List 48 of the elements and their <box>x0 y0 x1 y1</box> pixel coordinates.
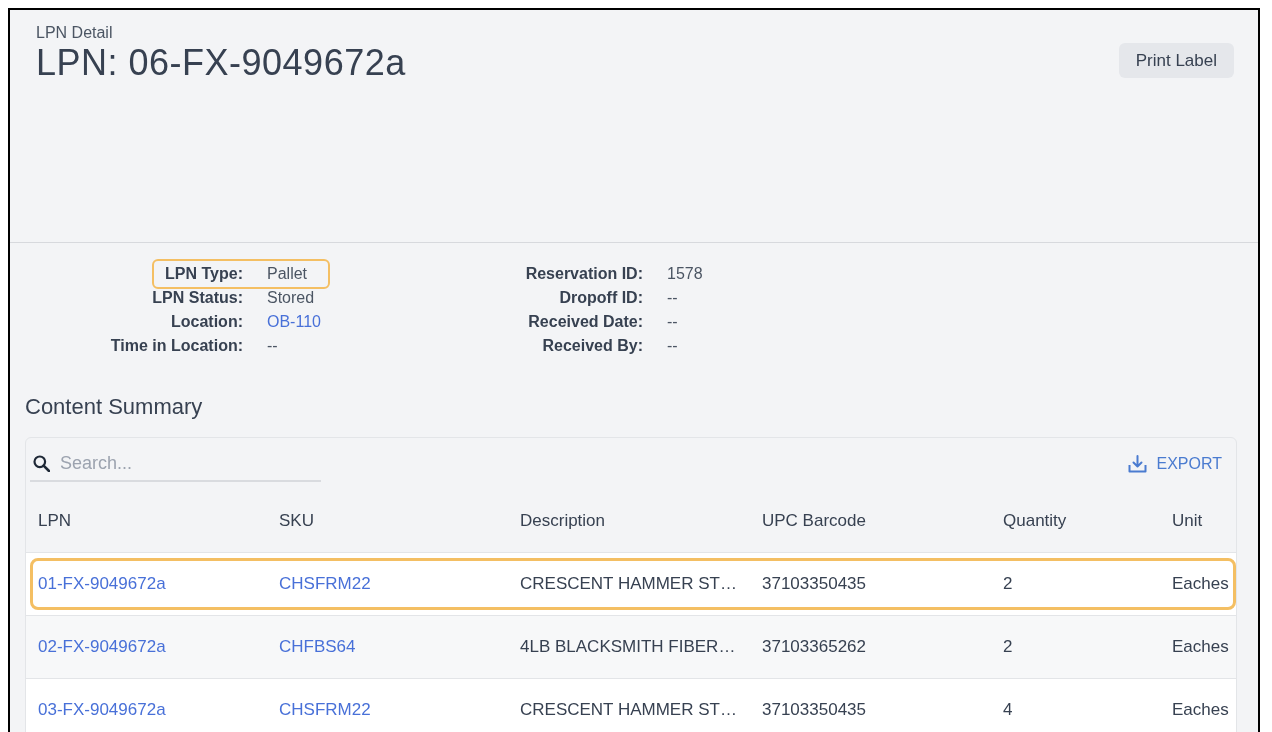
table-cell-text: Eaches <box>1172 636 1229 659</box>
table-cell-text: 37103350435 <box>762 699 866 722</box>
table-link[interactable]: CHSFRM22 <box>279 571 371 597</box>
column-header: Description <box>520 510 606 533</box>
column-header: SKU <box>279 510 314 533</box>
table-cell-text: 37103350435 <box>762 573 866 596</box>
table-cell-text: 2 <box>1003 636 1013 659</box>
field-value: -- <box>267 337 278 354</box>
table-cell-text: 4LB BLACKSMITH FIBER… <box>520 636 736 659</box>
field-value: -- <box>667 313 678 330</box>
field-value: Stored <box>267 289 315 306</box>
table-link[interactable]: 03-FX-9049672a <box>38 697 166 723</box>
table-link[interactable]: 01-FX-9049672a <box>38 571 166 597</box>
page-title: LPN: 06-FX-9049672a <box>36 43 406 83</box>
table-link[interactable]: CHSFRM22 <box>279 697 371 723</box>
column-header: UPC Barcode <box>762 510 866 533</box>
export-button[interactable]: EXPORT <box>1125 448 1224 480</box>
field-label: Time in Location: <box>110 336 243 356</box>
field-label: LPN Type: <box>165 264 243 284</box>
table-link[interactable]: CHFBS64 <box>279 634 356 660</box>
field-link[interactable]: OB-110 <box>267 313 321 330</box>
column-header: Quantity <box>1003 510 1067 533</box>
table-cell-text: 4 <box>1003 699 1013 722</box>
field-label: Location: <box>171 312 243 332</box>
print-label-button[interactable]: Print Label <box>1118 43 1234 78</box>
breadcrumb-label: LPN Detail <box>36 23 113 43</box>
table-cell-text: 37103365262 <box>762 636 866 659</box>
field-value: -- <box>667 337 678 354</box>
table-cell-text: Eaches <box>1172 699 1229 722</box>
table-link[interactable]: 02-FX-9049672a <box>38 634 166 660</box>
table-cell-text: CRESCENT HAMMER ST… <box>520 573 737 596</box>
field-value: Pallet <box>267 265 308 282</box>
table-cell-text: 2 <box>1003 573 1013 596</box>
table-cell-text: CRESCENT HAMMER ST… <box>520 699 737 722</box>
field-value: -- <box>667 289 678 306</box>
table-cell-text: Eaches <box>1172 573 1229 596</box>
column-header: LPN <box>38 510 72 533</box>
field-label: LPN Status: <box>152 288 243 308</box>
column-header: Unit <box>1172 510 1203 533</box>
field-label: Reservation ID: <box>525 264 643 284</box>
field-label: Received Date: <box>528 312 643 332</box>
download-icon <box>1127 455 1147 473</box>
field-label: Dropoff ID: <box>559 288 643 308</box>
field-label: Received By: <box>542 336 643 356</box>
search-field[interactable]: Search... <box>30 446 321 482</box>
field-value: 1578 <box>667 265 703 282</box>
search-icon <box>33 455 50 472</box>
section-title: Content Summary <box>25 393 203 421</box>
